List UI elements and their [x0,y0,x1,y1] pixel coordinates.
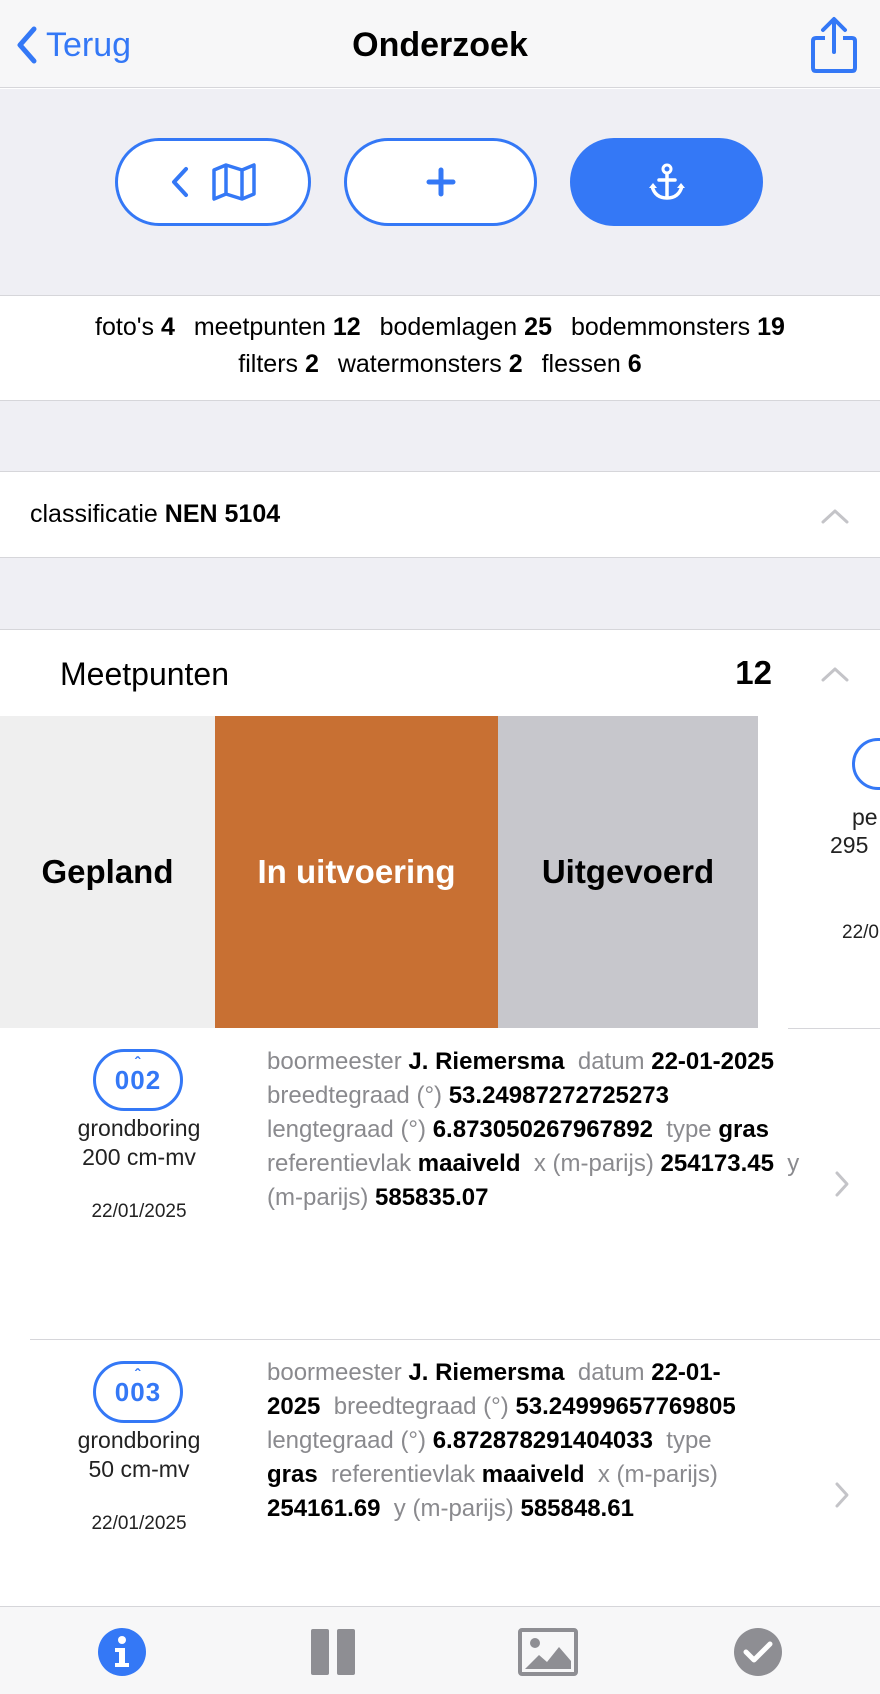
chevron-right-icon [835,1482,849,1508]
chevron-up-icon[interactable] [820,507,850,525]
counts-summary: foto's 4 meetpunten 12 bodemlagen 25 bod… [0,295,880,401]
meetpunt-type: grondboring [77,1115,201,1141]
status-in-uitvoering-button[interactable]: In uitvoering [215,716,498,1028]
back-to-map-button[interactable] [115,138,311,226]
photo-icon [518,1628,578,1676]
meetpunt-depth: 295 [830,832,869,858]
counts-line-1: foto's 4 meetpunten 12 bodemlagen 25 bod… [0,309,880,346]
meetpunt-badge: ˆ 002 [93,1049,183,1111]
share-icon[interactable] [810,16,858,74]
plus-icon [426,167,455,197]
action-toolbar [0,89,880,295]
status-gepland-button[interactable]: Gepland [0,716,215,1028]
meetpunten-header[interactable]: Meetpunten 12 [0,629,880,716]
info-icon [98,1628,146,1676]
tab-bar [0,1606,880,1694]
meetpunt-date: 22/0 [842,922,879,943]
columns-icon [311,1629,355,1675]
count-meetpunten: meetpunten 12 [193,313,361,341]
map-icon [212,163,256,201]
meetpunt-date: 22/01/2025 [91,1513,187,1534]
meetpunten-title: Meetpunten [60,656,230,692]
tab-photos[interactable] [516,1625,580,1679]
count-photos: foto's 4 [95,313,175,341]
count-filters: filters 2 [238,350,319,378]
chevron-left-icon [172,167,188,197]
meetpunt-badge: ˆ 003 [93,1361,183,1423]
meetpunt-type: grondboring [77,1427,201,1453]
classification-row[interactable]: classificatie NEN 5104 [0,471,880,558]
meetpunt-date: 22/01/2025 [91,1201,187,1222]
status-swipe-actions: Gepland In uitvoering Uitgevoerd [0,716,758,1028]
swiped-row-peek[interactable]: pe 295 22/0 [788,716,880,1028]
counts-line-2: filters 2 watermonsters 2 flessen 6 [0,346,880,383]
checkmark-icon [734,1628,782,1676]
meetpunt-details: boormeester J. Riemersma datum 22-01-202… [267,1359,736,1522]
meetpunt-details: boormeester J. Riemersma datum 22-01-202… [267,1048,800,1211]
section-gap [0,558,880,629]
status-uitgevoerd-button[interactable]: Uitgevoerd [498,716,758,1028]
meetpunt-type: pe [852,804,878,830]
chevron-up-icon[interactable] [820,665,850,683]
tab-complete[interactable] [731,1625,785,1679]
add-button[interactable] [344,138,537,226]
anchor-button[interactable] [570,138,763,226]
meetpunt-depth: 50 cm-mv [88,1456,190,1482]
count-watermonsters: watermonsters 2 [337,350,523,378]
count-flessen: flessen 6 [541,350,642,378]
count-bodemlagen: bodemlagen 25 [379,313,552,341]
meetpunt-row[interactable]: ˆ 002 grondboring 200 cm-mv 22/01/2025 bo… [0,1029,880,1339]
meetpunt-row[interactable]: ˆ 003 grondboring 50 cm-mv 22/01/2025 boo… [0,1340,880,1606]
navigation-bar: Terug Onderzoek [0,0,880,88]
page-title: Onderzoek [352,26,528,64]
tab-columns[interactable] [306,1625,360,1679]
section-gap [0,401,880,471]
meetpunten-count: 12 [735,654,772,691]
count-bodemmonsters: bodemmonsters 19 [570,313,785,341]
classification-text: classificatie NEN 5104 [30,500,281,528]
meetpunt-badge [852,738,880,790]
tab-info[interactable] [95,1625,149,1679]
meetpunt-depth: 200 cm-mv [82,1144,196,1170]
chevron-right-icon [835,1171,849,1197]
anchor-icon [648,163,685,200]
